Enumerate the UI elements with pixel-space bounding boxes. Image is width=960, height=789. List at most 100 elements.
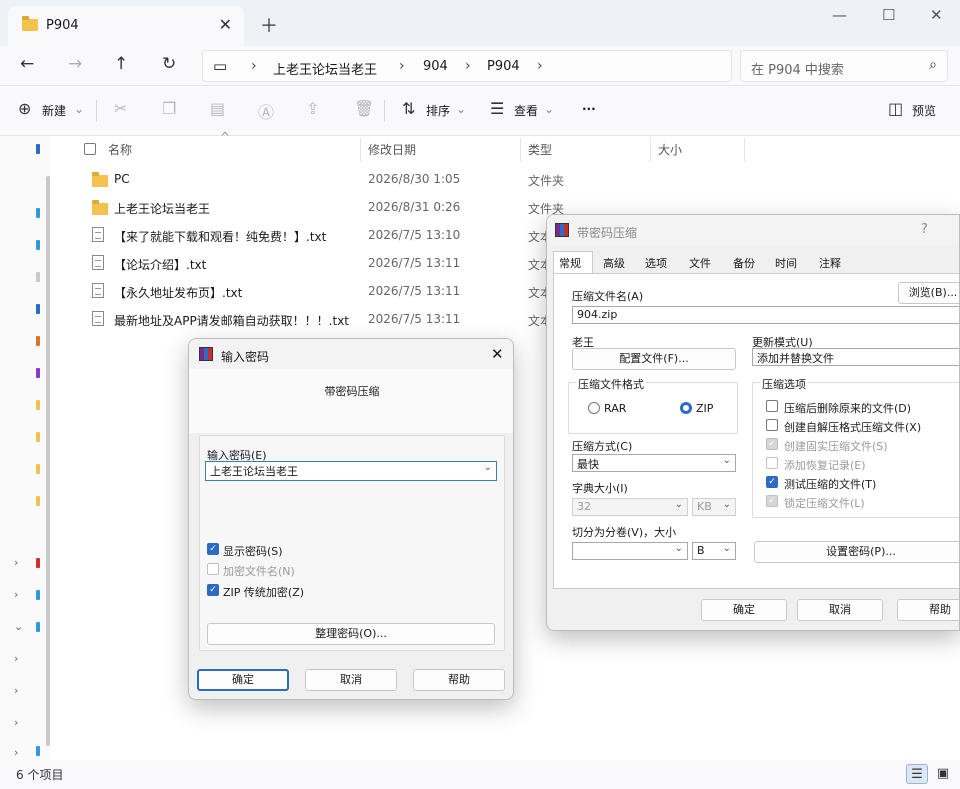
tab-options[interactable]: 选项: [645, 255, 667, 271]
chevron-right-icon[interactable]: ›: [14, 588, 18, 601]
column-divider[interactable]: [744, 138, 745, 162]
column-header-date[interactable]: 修改日期: [368, 141, 416, 158]
lock-archive-checkbox[interactable]: ✓: [766, 495, 778, 507]
sort-button[interactable]: 排序: [426, 102, 450, 119]
column-divider[interactable]: [520, 138, 521, 162]
option-label: 测试压缩的文件(T): [784, 478, 877, 491]
tab-advanced[interactable]: 高级: [603, 255, 625, 271]
tab-general[interactable]: 常规: [559, 255, 581, 271]
column-header-type[interactable]: 类型: [528, 141, 552, 158]
tab-p904[interactable]: P904 ✕: [8, 6, 244, 46]
file-row[interactable]: PC 2026/8/30 1:05 文件夹: [86, 166, 960, 194]
encrypt-names-checkbox[interactable]: [207, 563, 219, 575]
help-icon[interactable]: ?: [921, 222, 928, 237]
tab-time[interactable]: 时间: [775, 255, 797, 271]
split-unit-select[interactable]: B ⌄: [692, 542, 736, 560]
copy-icon[interactable]: ❐: [162, 99, 176, 118]
chevron-right-icon[interactable]: ›: [14, 684, 18, 697]
nav-item-marker[interactable]: [36, 272, 40, 282]
paste-icon[interactable]: ▤: [210, 99, 225, 118]
address-bar[interactable]: ▭ › 上老王论坛当老王 › 904 › P904 ›: [202, 50, 732, 82]
refresh-icon[interactable]: ↻: [162, 54, 176, 74]
show-password-checkbox[interactable]: ✓: [207, 543, 219, 555]
close-window-icon[interactable]: ✕: [930, 6, 943, 24]
nav-item-marker[interactable]: [36, 144, 40, 154]
chevron-down-icon[interactable]: ⌄: [14, 620, 23, 633]
up-icon[interactable]: ↑: [114, 54, 128, 74]
nav-item-marker[interactable]: [36, 336, 40, 346]
organize-passwords-button[interactable]: 整理密码(O)...: [207, 623, 495, 645]
column-divider[interactable]: [650, 138, 651, 162]
nav-item-marker[interactable]: [36, 622, 40, 632]
nav-item-marker[interactable]: [36, 240, 40, 250]
nav-item-marker[interactable]: [36, 590, 40, 600]
new-button[interactable]: 新建: [42, 102, 66, 119]
method-select[interactable]: 最快 ⌄: [572, 454, 736, 472]
zip-legacy-checkbox[interactable]: ✓: [207, 584, 219, 596]
password-help-button[interactable]: 帮助: [413, 669, 505, 691]
nav-item-marker[interactable]: [36, 304, 40, 314]
archive-name-input[interactable]: 904.zip: [572, 306, 959, 324]
browse-button[interactable]: 浏览(B)...: [898, 282, 959, 304]
dict-unit-select[interactable]: KB ⌄: [692, 498, 736, 516]
close-tab-icon[interactable]: ✕: [219, 15, 232, 34]
nav-item-marker[interactable]: [36, 368, 40, 378]
set-password-button[interactable]: 设置密码(P)...: [754, 541, 959, 563]
delete-icon[interactable]: 🗑: [354, 99, 374, 118]
solid-archive-checkbox[interactable]: ✓: [766, 438, 778, 450]
archive-help-button[interactable]: 帮助: [897, 599, 959, 621]
format-zip-radio[interactable]: [680, 402, 692, 414]
chevron-right-icon[interactable]: ›: [14, 716, 18, 729]
preview-button[interactable]: 预览: [912, 102, 936, 119]
create-sfx-checkbox[interactable]: [766, 419, 778, 431]
tab-files[interactable]: 文件: [689, 255, 711, 271]
select-all-checkbox[interactable]: [84, 143, 96, 155]
tab-comment[interactable]: 注释: [819, 255, 841, 271]
cut-icon[interactable]: ✂: [114, 99, 127, 118]
chevron-right-icon[interactable]: ›: [14, 652, 18, 665]
chevron-right-icon[interactable]: ›: [14, 556, 18, 569]
update-mode-select[interactable]: 添加并替换文件: [752, 348, 959, 366]
column-header-size[interactable]: 大小: [658, 141, 682, 158]
split-size-input[interactable]: ⌄: [572, 542, 688, 560]
nav-item-marker[interactable]: [36, 496, 40, 506]
nav-scrollbar[interactable]: [46, 176, 50, 746]
column-header-name[interactable]: 名称: [108, 141, 132, 158]
nav-item-marker[interactable]: [36, 432, 40, 442]
minimize-icon[interactable]: —: [832, 6, 847, 24]
password-cancel-button[interactable]: 取消: [305, 669, 397, 691]
forward-icon[interactable]: →: [68, 54, 82, 74]
password-ok-button[interactable]: 确定: [197, 669, 289, 691]
close-icon[interactable]: ✕: [491, 345, 504, 363]
back-icon[interactable]: ←: [20, 54, 34, 74]
dict-size-select[interactable]: 32 ⌄: [572, 498, 688, 516]
maximize-icon[interactable]: ☐: [882, 6, 895, 24]
nav-item-marker[interactable]: [36, 400, 40, 410]
archive-ok-button[interactable]: 确定: [701, 599, 787, 621]
more-options-button[interactable]: ···: [582, 102, 596, 116]
nav-item-marker[interactable]: [36, 558, 40, 568]
tab-backup[interactable]: 备份: [733, 255, 755, 271]
tiles-view-icon[interactable]: ▣: [932, 764, 954, 784]
nav-item-marker[interactable]: [36, 208, 40, 218]
test-files-checkbox[interactable]: ✓: [766, 476, 778, 488]
archive-cancel-button[interactable]: 取消: [797, 599, 883, 621]
profiles-button[interactable]: 配置文件(F)...: [572, 348, 736, 370]
new-tab-button[interactable]: ＋: [260, 12, 278, 38]
recovery-record-checkbox[interactable]: [766, 457, 778, 469]
delete-after-checkbox[interactable]: [766, 400, 778, 412]
column-divider[interactable]: [360, 138, 361, 162]
view-button[interactable]: 查看: [514, 102, 538, 119]
search-input[interactable]: 在 P904 中搜索 ⌕: [740, 50, 948, 82]
breadcrumb-item[interactable]: 904: [423, 59, 448, 74]
breadcrumb-item[interactable]: P904: [487, 59, 520, 74]
password-input[interactable]: 上老王论坛当老王 ⌄: [205, 461, 497, 481]
nav-item-marker[interactable]: [36, 746, 40, 756]
nav-item-marker[interactable]: [36, 464, 40, 474]
rename-icon[interactable]: Ⓐ: [258, 99, 274, 123]
chevron-right-icon[interactable]: ›: [14, 746, 18, 759]
details-view-icon[interactable]: ☰: [906, 764, 928, 784]
breadcrumb-item[interactable]: 上老王论坛当老王: [273, 59, 377, 78]
format-rar-radio[interactable]: [588, 402, 600, 414]
share-icon[interactable]: ⇪: [306, 99, 319, 118]
